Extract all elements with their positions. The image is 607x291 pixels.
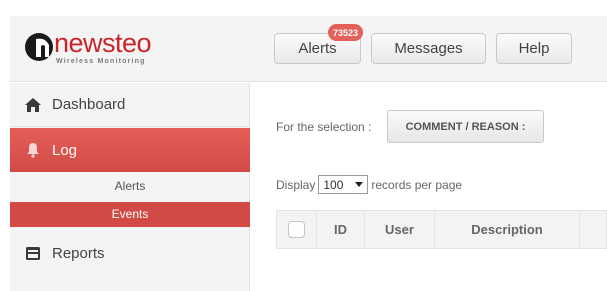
main-content: For the selection : COMMENT / REASON : D… bbox=[251, 83, 607, 291]
sidebar-item-log[interactable]: Log bbox=[10, 128, 250, 172]
display-label: Display bbox=[276, 177, 316, 192]
column-header-id[interactable]: ID bbox=[317, 210, 365, 249]
logo-mark-icon bbox=[25, 33, 53, 61]
window-top bbox=[0, 0, 607, 12]
select-all-checkbox[interactable] bbox=[288, 221, 305, 238]
alerts-button-label: Alerts bbox=[298, 40, 337, 57]
sidebar: Dashboard Log Alerts Events Reports bbox=[10, 83, 250, 291]
select-all-cell bbox=[277, 210, 317, 249]
home-icon bbox=[25, 97, 41, 112]
messages-button-label: Messages bbox=[394, 40, 463, 57]
sidebar-item-label: Dashboard bbox=[52, 96, 126, 113]
help-button[interactable]: Help bbox=[496, 33, 572, 64]
brand-logo[interactable]: newsteo Wireless Monitoring bbox=[24, 26, 174, 70]
sidebar-subitem-alerts[interactable]: Alerts bbox=[10, 175, 250, 197]
brand-tagline: Wireless Monitoring bbox=[56, 58, 146, 65]
bell-icon bbox=[27, 143, 39, 158]
sidebar-item-label: Reports bbox=[52, 244, 105, 262]
sidebar-item-reports[interactable]: Reports bbox=[10, 231, 250, 275]
table-header-row: ID User Description bbox=[276, 210, 607, 249]
sidebar-item-label: Log bbox=[52, 141, 78, 159]
display-suffix: records per page bbox=[371, 177, 463, 192]
column-header-description[interactable]: Description bbox=[435, 210, 580, 249]
comment-reason-label: COMMENT / REASON : bbox=[405, 120, 526, 133]
alerts-count-badge: 73523 bbox=[328, 24, 363, 41]
sidebar-subitem-events[interactable]: Events bbox=[10, 202, 250, 227]
report-icon bbox=[26, 247, 40, 260]
records-per-page-value: 100 bbox=[323, 177, 344, 192]
brand-name: newsteo bbox=[54, 28, 152, 58]
chevron-down-icon bbox=[355, 182, 364, 187]
comment-reason-button[interactable]: COMMENT / REASON : bbox=[387, 110, 544, 143]
help-button-label: Help bbox=[518, 40, 550, 57]
records-per-page-row: Display 100 records per page bbox=[276, 175, 462, 194]
column-header-user[interactable]: User bbox=[365, 210, 435, 249]
records-per-page-select[interactable]: 100 bbox=[318, 175, 369, 194]
selection-label: For the selection : bbox=[276, 120, 372, 134]
sidebar-item-dashboard[interactable]: Dashboard bbox=[10, 83, 250, 127]
messages-button[interactable]: Messages bbox=[371, 33, 486, 64]
top-header: newsteo Wireless Monitoring Alerts 73523… bbox=[10, 16, 607, 82]
